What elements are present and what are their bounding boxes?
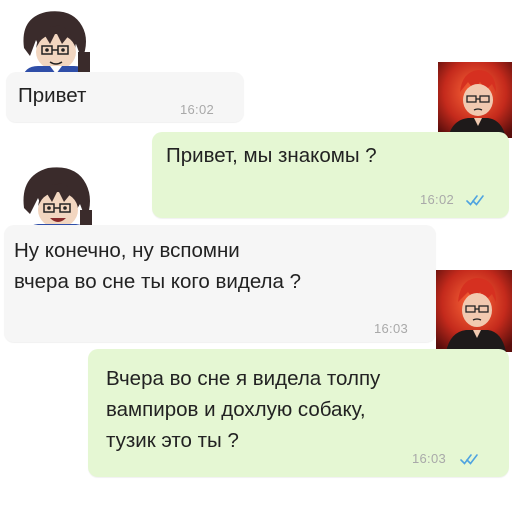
message-time: 16:03: [374, 321, 409, 336]
message-bubble-incoming[interactable]: Ну конечно, ну вспомни вчера во сне ты к…: [4, 225, 436, 342]
man-avatar-icon: [436, 270, 512, 352]
message-text: Привет, мы знакомы ?: [166, 144, 377, 167]
incoming-avatar[interactable]: [16, 8, 94, 80]
message-bubble-incoming[interactable]: Привет 16:02: [6, 72, 244, 122]
girl-avatar-icon: [16, 8, 94, 80]
message-bubble-outgoing[interactable]: Привет, мы знакомы ? 16:02: [152, 132, 509, 218]
chat-screen: { "messages": [ { "sender": "incoming", …: [0, 0, 512, 511]
outgoing-avatar[interactable]: [436, 270, 512, 352]
outgoing-avatar[interactable]: [438, 62, 512, 138]
man-avatar-icon: [438, 62, 512, 138]
double-check-icon: [460, 454, 478, 465]
message-bubble-outgoing[interactable]: Вчера во сне я видела толпу вампиров и д…: [88, 349, 509, 477]
message-text: Ну конечно, ну вспомни вчера во сне ты к…: [14, 239, 301, 293]
message-text: Привет: [18, 84, 87, 107]
message-time: 16:02: [180, 102, 215, 117]
message-time: 16:03: [412, 451, 447, 466]
message-text: Вчера во сне я видела толпу вампиров и д…: [106, 367, 381, 452]
message-time: 16:02: [420, 192, 455, 207]
double-check-icon: [466, 195, 484, 206]
